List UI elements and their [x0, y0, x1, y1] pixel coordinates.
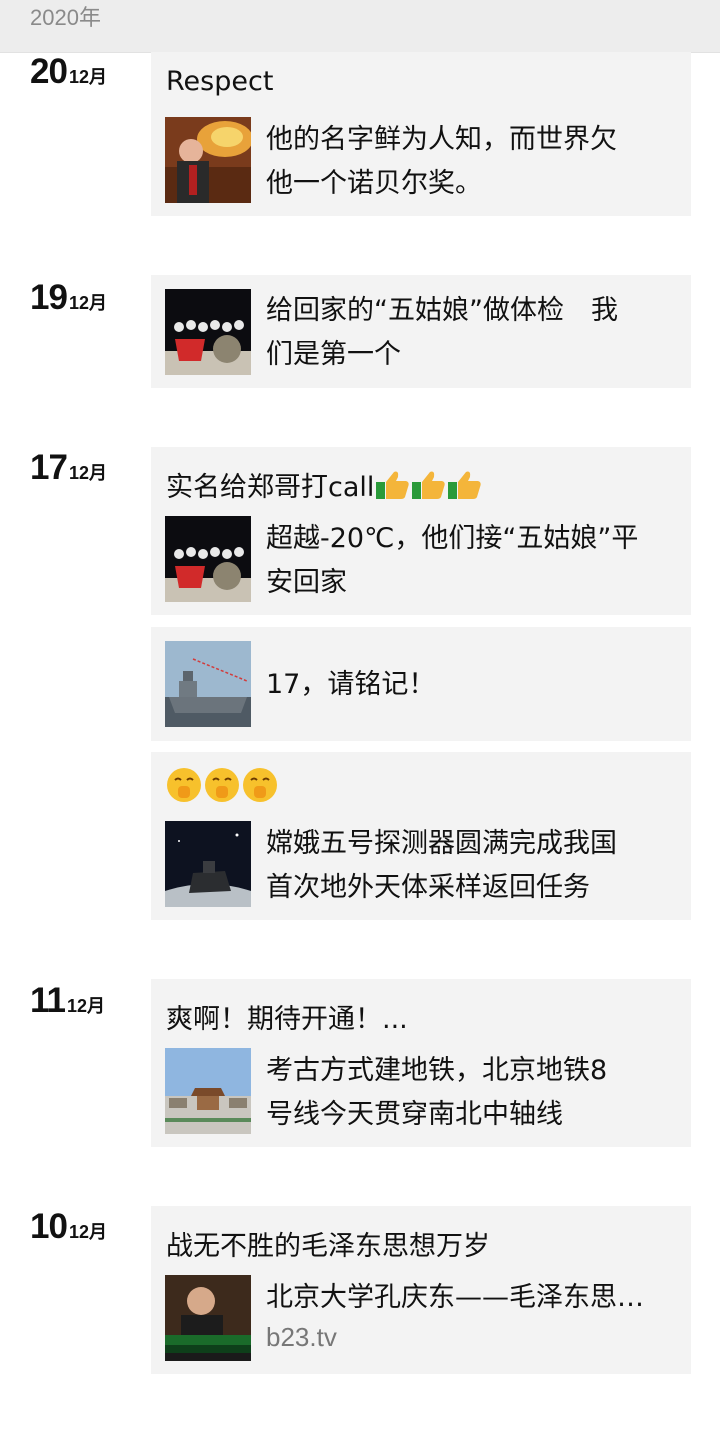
- article-title-line: 嫦娥五号探测器圆满完成我国: [266, 828, 617, 859]
- post-caption: 爽啊！期待开通！...: [166, 1004, 408, 1035]
- post-caption: Respect: [166, 66, 274, 97]
- article-title-line: 他的名字鲜为人知，而世界欠: [266, 124, 617, 155]
- article-title[interactable]: 嫦娥五号探测器圆满完成我国 首次地外天体采样返回任务: [266, 822, 681, 910]
- article-title[interactable]: 他的名字鲜为人知，而世界欠 他一个诺贝尔奖。: [266, 118, 681, 206]
- post-caption-text: 实名给郑哥打call: [166, 472, 375, 503]
- thumbs-up-icon: [374, 468, 482, 509]
- article-title-line: 们是第一个: [266, 339, 401, 370]
- month-label: 12月: [68, 293, 107, 313]
- article-thumbnail[interactable]: [165, 289, 251, 375]
- article-title[interactable]: 17，请铭记！: [266, 663, 681, 707]
- day-number: 17: [30, 448, 68, 487]
- post-card[interactable]: 爽啊！期待开通！... 考古方式建地铁，北京地铁8 号线今天贯穿南北中轴线: [151, 979, 691, 1147]
- article-title-line: 给回家的“五姑娘”做体检 我: [266, 295, 618, 326]
- year-label: 2020年: [30, 5, 101, 30]
- article-title-line: 首次地外天体采样返回任务: [266, 872, 590, 903]
- month-label: 12月: [68, 463, 107, 483]
- shush-face-icon: [166, 766, 280, 811]
- article-title-line: 号线今天贯穿南北中轴线: [266, 1099, 563, 1130]
- post-caption: [166, 766, 280, 811]
- day-number: 20: [30, 52, 68, 91]
- post-card[interactable]: Respect 他的名字鲜为人知，而世界欠 他一个诺贝尔奖。: [151, 52, 691, 216]
- month-label: 12月: [68, 67, 107, 87]
- date-label: 11 12月: [30, 981, 105, 1021]
- article-thumbnail[interactable]: [165, 117, 251, 203]
- date-label: 19 12月: [30, 278, 107, 318]
- post-card[interactable]: 17，请铭记！: [151, 627, 691, 741]
- month-label: 12月: [67, 996, 106, 1016]
- post-caption: 实名给郑哥打call: [166, 465, 482, 509]
- year-header: 2020年: [0, 0, 720, 53]
- article-title-line: 考古方式建地铁，北京地铁8: [266, 1055, 608, 1086]
- date-label: 10 12月: [30, 1207, 107, 1247]
- article-title[interactable]: 北京大学孔庆东——毛泽东思…: [266, 1276, 681, 1320]
- article-title-line: 超越-20℃，他们接“五姑娘”平: [266, 523, 639, 554]
- article-title[interactable]: 考古方式建地铁，北京地铁8 号线今天贯穿南北中轴线: [266, 1049, 681, 1137]
- post-card[interactable]: 战无不胜的毛泽东思想万岁 北京大学孔庆东——毛泽东思… b23.tv: [151, 1206, 691, 1374]
- day-number: 19: [30, 278, 68, 317]
- month-label: 12月: [68, 1222, 107, 1242]
- day-number: 11: [30, 981, 66, 1020]
- post-card[interactable]: 给回家的“五姑娘”做体检 我 们是第一个: [151, 275, 691, 388]
- post-caption: 战无不胜的毛泽东思想万岁: [166, 1231, 490, 1262]
- day-number: 10: [30, 1207, 68, 1246]
- article-title-line: 安回家: [266, 567, 347, 598]
- article-thumbnail[interactable]: [165, 516, 251, 602]
- article-thumbnail[interactable]: [165, 1048, 251, 1134]
- article-title[interactable]: 超越-20℃，他们接“五姑娘”平 安回家: [266, 517, 681, 605]
- article-title[interactable]: 给回家的“五姑娘”做体检 我 们是第一个: [266, 289, 681, 377]
- post-card[interactable]: 嫦娥五号探测器圆满完成我国 首次地外天体采样返回任务: [151, 752, 691, 920]
- video-thumbnail[interactable]: [165, 1275, 251, 1361]
- date-label: 17 12月: [30, 448, 107, 488]
- article-title-line: 他一个诺贝尔奖。: [266, 168, 482, 199]
- date-label: 20 12月: [30, 52, 107, 92]
- article-thumbnail[interactable]: [165, 821, 251, 907]
- link-source: b23.tv: [266, 1322, 337, 1352]
- post-card[interactable]: 实名给郑哥打call 超越-20℃，他们接“五姑娘”平 安回家: [151, 447, 691, 615]
- article-thumbnail[interactable]: [165, 641, 251, 727]
